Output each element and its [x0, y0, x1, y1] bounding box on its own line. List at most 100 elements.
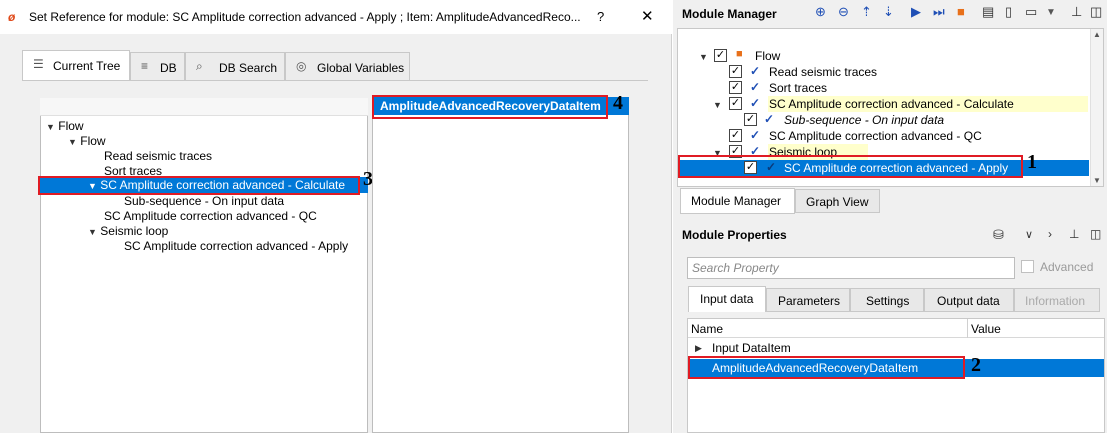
flow-square-icon: ■	[736, 48, 743, 60]
window-icon[interactable]: ▭	[1025, 4, 1037, 20]
close-button[interactable]: ✕	[641, 7, 654, 25]
tree-item-label: Flow	[80, 134, 106, 148]
column-header-value[interactable]: Value	[971, 322, 1001, 336]
tab-label: Input data	[700, 292, 754, 306]
log-icon[interactable]: ▤	[982, 4, 994, 20]
tree-item-sub-sequence[interactable]: Sub-sequence - On input data	[124, 194, 284, 209]
tree-item-label: Read seismic traces	[104, 149, 213, 163]
module-manager-title: Module Manager	[682, 7, 777, 21]
annotation-4: 4	[613, 92, 623, 114]
tab-label: DB Search	[219, 61, 278, 75]
tree-item-label: Seismic loop	[100, 224, 169, 238]
checkbox-box[interactable]	[1021, 260, 1034, 273]
module-checkbox[interactable]: ✓	[744, 113, 757, 126]
tab-input-data[interactable]: Input data	[688, 286, 766, 312]
tree-item-flow[interactable]: ▼ Flow	[68, 134, 106, 149]
module-expand[interactable]: ▼	[713, 96, 722, 112]
clipboard-icon[interactable]: ▯	[1005, 4, 1012, 20]
app-logo-icon: ø	[8, 10, 16, 24]
float-icon[interactable]: ◫	[1090, 227, 1101, 241]
globe-icon: ◎	[296, 59, 307, 73]
expand-arrow-icon[interactable]: ▼	[88, 227, 97, 237]
expand-arrow-icon[interactable]: ▼	[713, 100, 722, 110]
module-properties-title: Module Properties	[682, 228, 787, 242]
tree-header	[40, 98, 368, 116]
highlight-box-4	[372, 95, 608, 119]
tab-global-variables[interactable]: ◎ Global Variables	[285, 52, 410, 80]
pin-icon[interactable]: ⊥	[1071, 4, 1082, 20]
chevron-right-icon[interactable]: ›	[1048, 227, 1052, 241]
tree-item-sc-apply[interactable]: SC Amplitude correction advanced - Apply	[124, 239, 348, 254]
tab-module-manager[interactable]: Module Manager	[680, 188, 795, 214]
stop-icon[interactable]: ■	[957, 4, 965, 19]
tree-item-label: SC Amplitude correction advanced - QC	[104, 209, 317, 223]
tab-parameters[interactable]: Parameters	[766, 288, 850, 312]
expand-arrow-icon[interactable]: ▼	[46, 122, 55, 132]
check-icon: ✓	[750, 80, 761, 94]
tree-icon: ☰	[33, 57, 44, 71]
tab-output-data[interactable]: Output data	[924, 288, 1014, 312]
tab-information[interactable]: Information	[1014, 288, 1100, 312]
run-to-icon[interactable]: ⏭	[933, 4, 945, 20]
module-flow[interactable]: ▼	[699, 48, 708, 64]
module-label: SC Amplitude correction advanced - Calcu…	[769, 97, 1014, 111]
run-icon[interactable]: ▶	[911, 4, 921, 20]
tree-item-label: Sub-sequence - On input data	[124, 194, 285, 208]
module-checkbox[interactable]: ✓	[714, 49, 727, 62]
check-icon: ✓	[750, 96, 761, 110]
pin-icon[interactable]: ⊥	[1069, 227, 1079, 241]
move-down-icon[interactable]: ⇣	[883, 4, 894, 20]
advanced-label: Advanced	[1040, 260, 1094, 274]
dropdown-icon[interactable]: ▼	[1046, 7, 1056, 18]
highlight-box-2	[688, 356, 965, 379]
data-item-list[interactable]	[372, 98, 629, 433]
tab-label: Module Manager	[691, 194, 782, 208]
expand-arrow-icon[interactable]: ▶	[695, 343, 702, 354]
float-icon[interactable]: ◫	[1090, 4, 1102, 20]
expand-arrow-icon[interactable]: ▼	[68, 137, 77, 147]
search-icon: ⌕	[196, 59, 203, 73]
help-button[interactable]: ?	[597, 9, 604, 24]
tab-settings[interactable]: Settings	[850, 288, 924, 312]
remove-module-icon[interactable]: ⊖	[838, 4, 849, 20]
tab-current-tree[interactable]: ☰ Current Tree	[22, 50, 130, 81]
scroll-up-icon[interactable]: ▲	[1093, 30, 1101, 39]
tab-label: DB	[160, 61, 177, 75]
tree-item-label: SC Amplitude correction advanced - Apply	[124, 239, 349, 253]
tab-label: Output data	[937, 294, 1000, 308]
check-icon: ✓	[750, 128, 761, 142]
move-up-icon[interactable]: ⇡	[861, 4, 872, 20]
module-tree-scrollbar[interactable]	[1090, 29, 1103, 186]
tab-label: Settings	[866, 294, 910, 308]
advanced-checkbox[interactable]: Advanced	[1021, 260, 1093, 274]
search-property-input[interactable]: Search Property	[687, 257, 1015, 279]
tree-item-read-seismic-traces[interactable]: Read seismic traces	[104, 149, 212, 164]
tab-label: Parameters	[778, 294, 841, 308]
tab-graph-view[interactable]: Graph View	[795, 189, 880, 213]
highlight-box-1	[678, 155, 1023, 178]
check-icon: ✓	[764, 112, 775, 126]
tree-item-seismic-loop[interactable]: ▼ Seismic loop	[88, 224, 168, 239]
tree-item-flow-root[interactable]: ▼ Flow	[46, 119, 84, 134]
tab-db-search[interactable]: ⌕ DB Search	[185, 52, 285, 80]
expand-arrow-icon[interactable]: ▼	[699, 52, 708, 62]
module-checkbox[interactable]: ✓	[729, 65, 742, 78]
tab-label: Graph View	[806, 195, 869, 209]
module-label: Sort traces	[769, 81, 828, 95]
tab-label: Global Variables	[317, 61, 405, 75]
module-checkbox[interactable]: ✓	[729, 129, 742, 142]
column-header-name[interactable]: Name	[691, 322, 723, 336]
property-row-input-dataitem[interactable]: Input DataItem	[712, 341, 791, 355]
add-module-icon[interactable]: ⊕	[815, 4, 826, 20]
column-divider[interactable]	[967, 319, 968, 338]
chevron-down-icon[interactable]: ∨	[1025, 228, 1033, 241]
database-icon: ≡	[141, 59, 149, 73]
tree-item-label: Flow	[58, 119, 84, 133]
tab-db[interactable]: ≡ DB	[130, 52, 185, 80]
database-icon[interactable]: ⛁	[993, 227, 1004, 243]
scroll-down-icon[interactable]: ▼	[1093, 176, 1101, 185]
module-checkbox[interactable]: ✓	[729, 81, 742, 94]
tree-item-sc-qc[interactable]: SC Amplitude correction advanced - QC	[104, 209, 317, 224]
module-label: Read seismic traces	[769, 65, 878, 79]
module-checkbox[interactable]: ✓	[729, 97, 742, 110]
